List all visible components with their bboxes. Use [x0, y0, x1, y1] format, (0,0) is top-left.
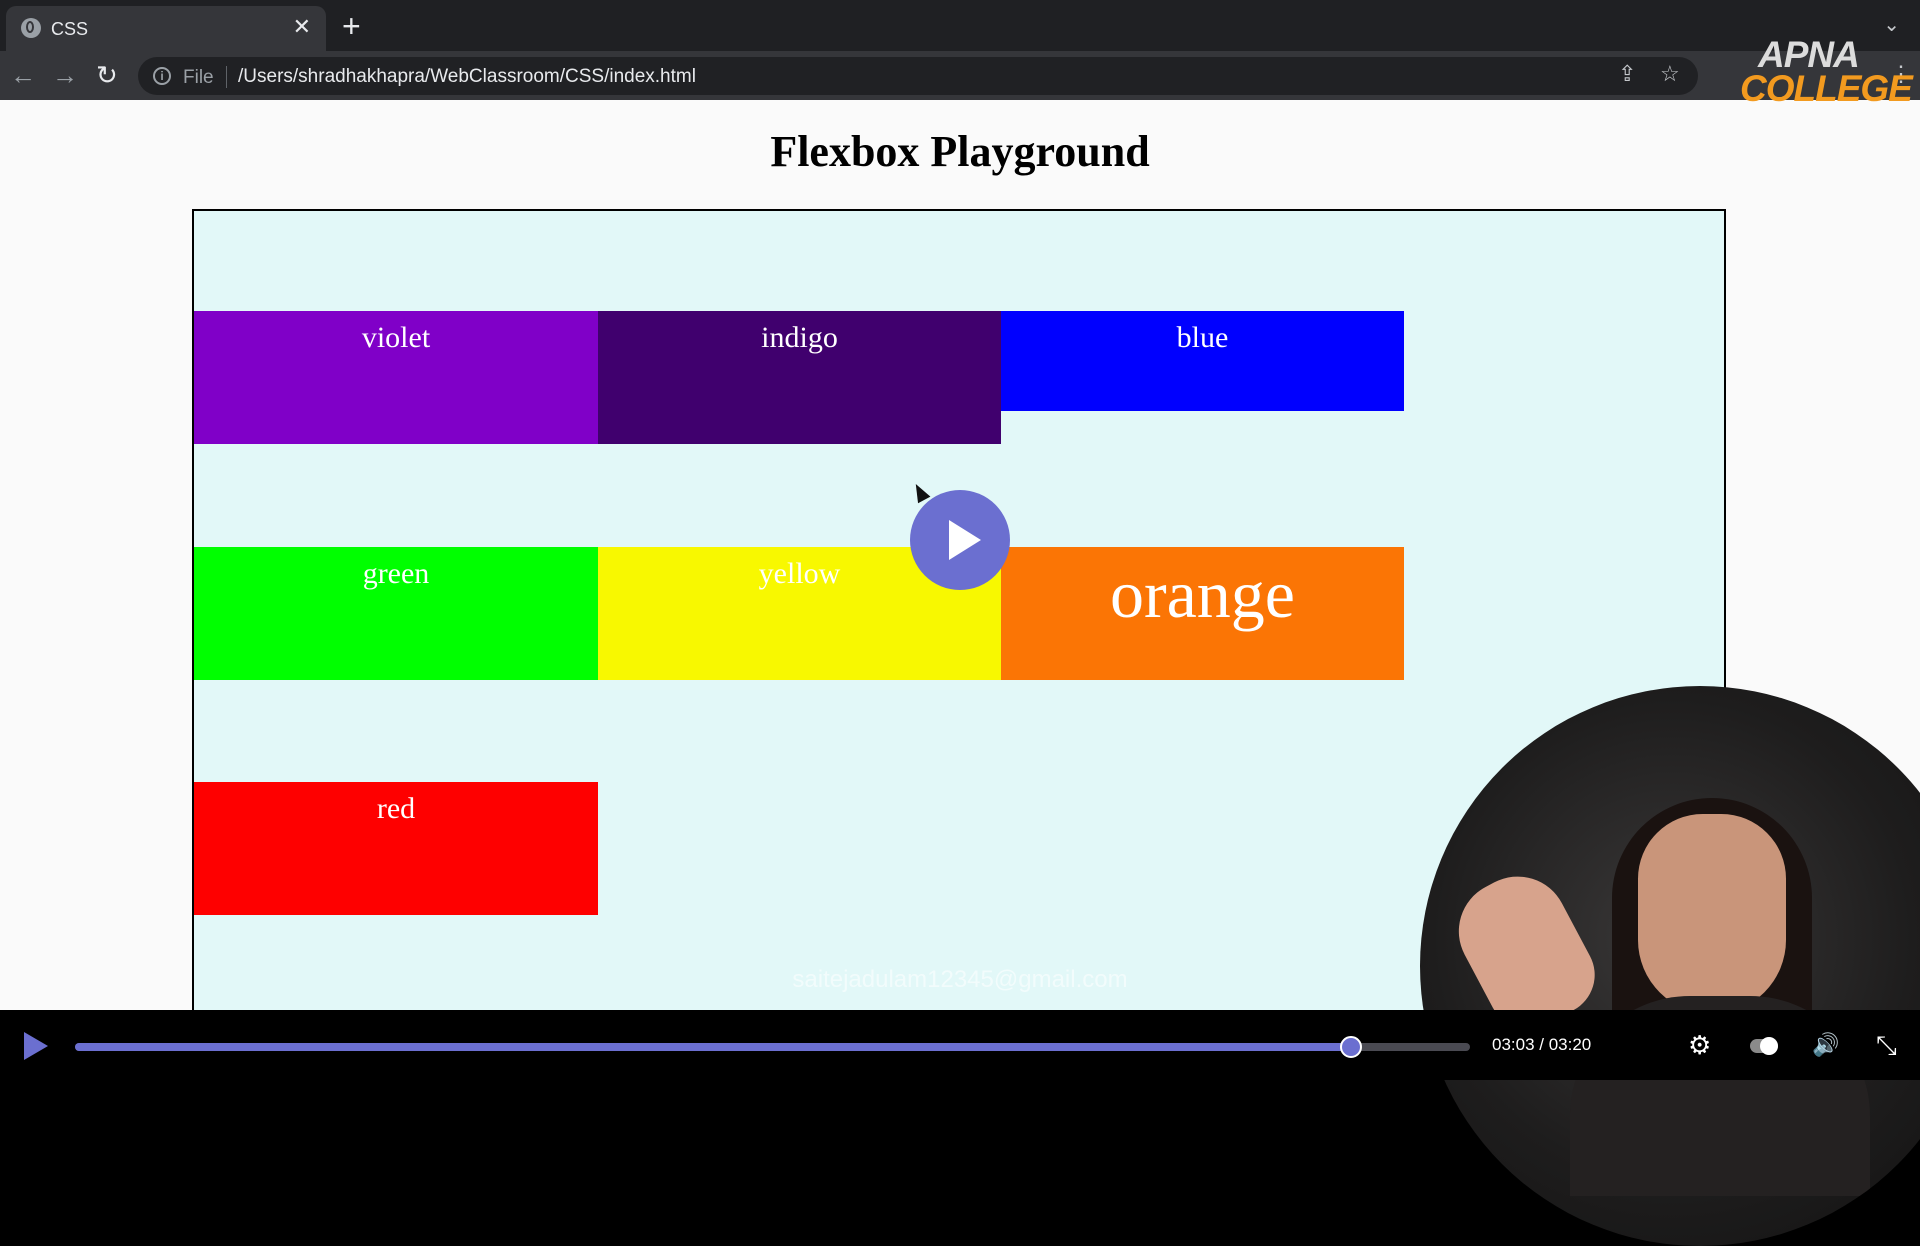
page-title: Flexbox Playground	[770, 127, 1150, 176]
box-label: orange	[1109, 556, 1295, 632]
back-icon[interactable]: ←	[10, 60, 36, 90]
presenter-face	[1638, 814, 1786, 1014]
browser-tab[interactable]: CSS ✕	[6, 6, 326, 51]
close-tab-icon[interactable]: ✕	[293, 16, 311, 38]
flex-box-orange: orange	[1001, 547, 1404, 680]
box-label: violet	[361, 321, 431, 354]
browser-tab-bar: CSS ✕ + ⌄	[0, 0, 1920, 51]
address-separator	[226, 66, 227, 88]
share-icon[interactable]: ⇪	[1618, 61, 1636, 87]
flex-box-indigo: indigo	[598, 311, 1001, 444]
center-play-button[interactable]	[910, 490, 1010, 590]
play-icon[interactable]	[24, 1032, 48, 1060]
tab-title: CSS	[51, 19, 89, 39]
progress-handle[interactable]	[1340, 1036, 1363, 1058]
flex-box-violet: violet	[194, 311, 598, 444]
time-display: 03:03 / 03:20	[1492, 1035, 1592, 1054]
box-label: blue	[1176, 321, 1229, 354]
flex-box-blue: blue	[1001, 311, 1404, 411]
video-controls: 03:03 / 03:20 ⚙ 🔊 ⤡	[0, 1010, 1920, 1080]
volume-icon[interactable]: 🔊	[1812, 1030, 1839, 1060]
address-url[interactable]: /Users/shradhakhapra/WebClassroom/CSS/in…	[238, 66, 696, 88]
box-label: red	[376, 792, 416, 825]
apna-college-logo: APNA COLLEGE	[1740, 34, 1913, 110]
fullscreen-exit-icon[interactable]: ⤡	[1876, 1030, 1897, 1060]
progress-bar[interactable]	[75, 1036, 1470, 1058]
logo-line-2: COLLEGE	[1740, 68, 1913, 109]
address-scheme: File	[183, 67, 214, 88]
box-label: green	[362, 557, 430, 590]
address-bar[interactable]: i File /Users/shradhakhapra/WebClassroom…	[138, 57, 1698, 95]
box-label: indigo	[761, 321, 838, 354]
progress-fill	[75, 1043, 1352, 1051]
new-tab-button[interactable]: +	[342, 9, 361, 43]
flex-box-red: red	[194, 782, 598, 915]
autoplay-toggle[interactable]	[1750, 1037, 1778, 1055]
bookmark-star-icon[interactable]: ☆	[1660, 61, 1680, 87]
reload-icon[interactable]: ↻	[96, 60, 118, 90]
browser-toolbar: ← → ↻ i File /Users/shradhakhapra/WebCla…	[0, 51, 1920, 100]
flex-box-green: green	[194, 547, 598, 680]
settings-icon[interactable]: ⚙	[1688, 1030, 1711, 1060]
info-icon[interactable]: i	[153, 67, 171, 85]
forward-icon[interactable]: →	[52, 60, 78, 90]
globe-icon	[21, 18, 41, 38]
